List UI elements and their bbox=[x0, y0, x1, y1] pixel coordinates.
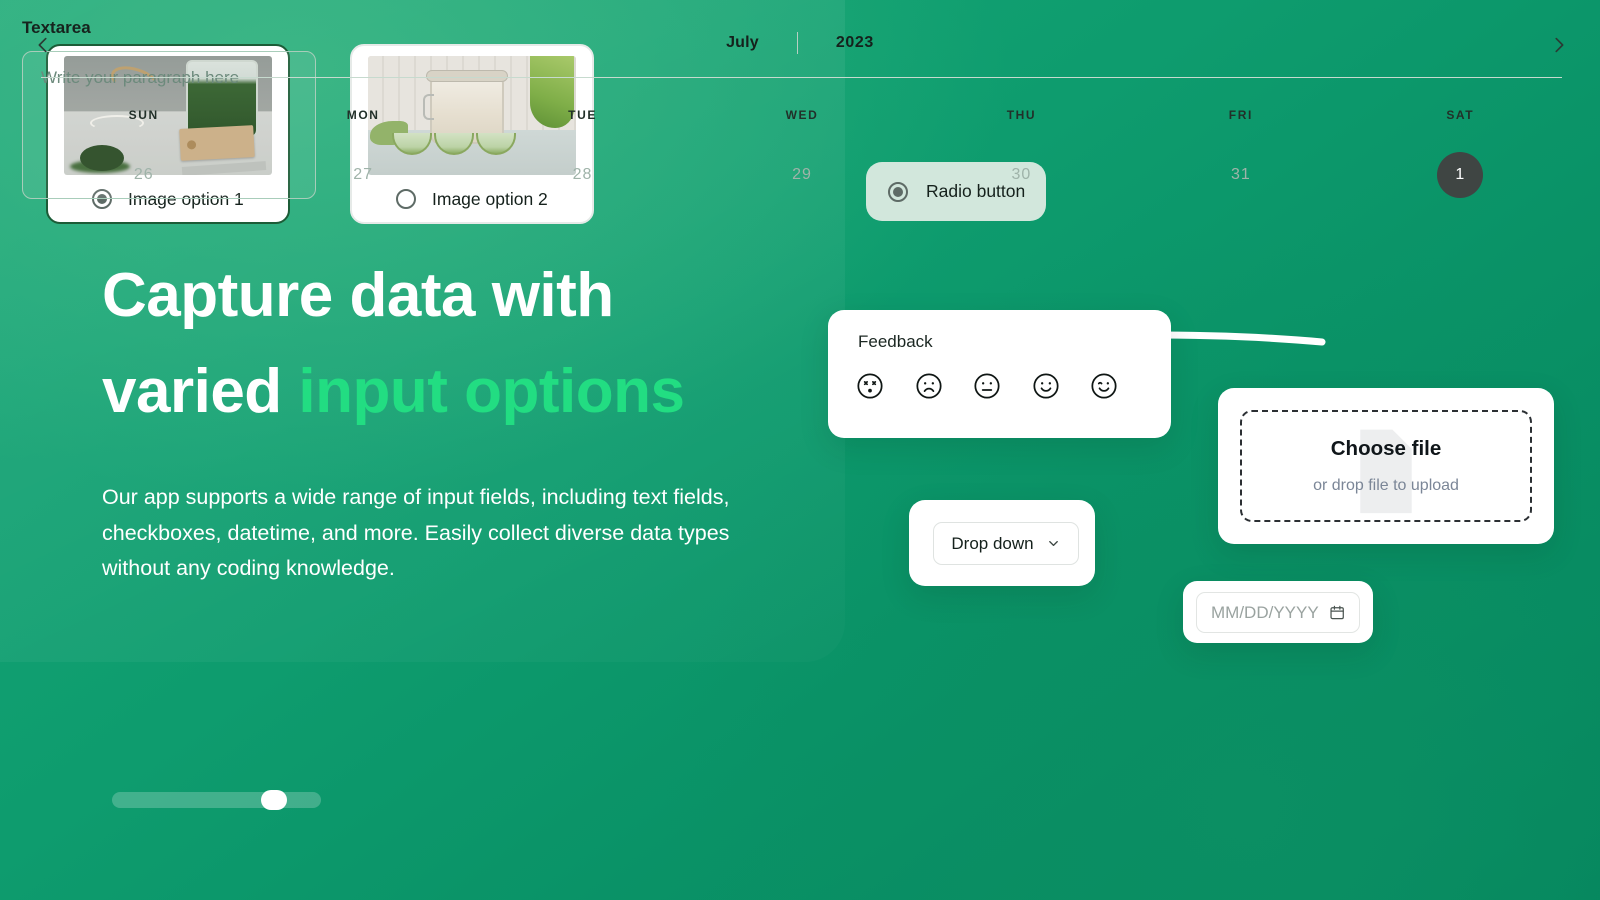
chevron-down-icon bbox=[1048, 541, 1058, 546]
drop-file-hint: or drop file to upload bbox=[1313, 477, 1459, 494]
calendar-month[interactable]: July bbox=[726, 34, 759, 52]
date-input-placeholder: MM/DD/YYYY bbox=[1211, 602, 1319, 622]
calendar-day-grid: 26 27 28 29 30 31 1 bbox=[34, 152, 1570, 198]
dropdown-select[interactable]: Drop down bbox=[933, 522, 1079, 565]
dow-wed: WED bbox=[785, 108, 819, 122]
calendar-header: July 2023 bbox=[0, 32, 1600, 54]
dow-tue: TUE bbox=[568, 108, 597, 122]
calendar-day[interactable]: 31 bbox=[1131, 152, 1350, 198]
date-input[interactable]: MM/DD/YYYY bbox=[1196, 592, 1360, 633]
calendar-divider bbox=[41, 77, 1562, 78]
choose-file-label: Choose file bbox=[1330, 437, 1442, 460]
calendar-day[interactable]: 30 bbox=[912, 152, 1131, 198]
calendar-day[interactable]: 29 bbox=[692, 152, 911, 198]
calendar-day[interactable]: 26 bbox=[34, 152, 253, 198]
headline-line-1: Capture data with bbox=[102, 261, 614, 330]
sad-face-icon[interactable] bbox=[915, 372, 943, 400]
feedback-title: Feedback bbox=[858, 332, 933, 351]
dropdown-card: Drop down bbox=[909, 500, 1095, 586]
calendar-day[interactable]: 28 bbox=[473, 152, 692, 198]
calendar-day-selected[interactable]: 1 bbox=[1351, 152, 1570, 198]
range-slider-thumb[interactable] bbox=[261, 790, 287, 810]
smile-face-icon[interactable] bbox=[1032, 372, 1060, 400]
dow-fri: FRI bbox=[1228, 108, 1253, 122]
page-title: Capture data with varied input options bbox=[102, 248, 1326, 440]
headline-line-2-plain: varied bbox=[102, 357, 299, 426]
calendar-icon[interactable] bbox=[1329, 604, 1345, 621]
file-dropzone[interactable]: Choose file or drop file to upload bbox=[1240, 410, 1532, 522]
dow-sat: SAT bbox=[1446, 108, 1475, 122]
feedback-card: Feedback bbox=[828, 310, 1171, 438]
neutral-face-icon[interactable] bbox=[973, 372, 1001, 400]
dow-mon: MON bbox=[346, 108, 380, 122]
range-slider[interactable] bbox=[112, 790, 321, 810]
dropdown-label: Drop down bbox=[951, 533, 1034, 553]
hero-section: Capture data with varied input options O… bbox=[102, 248, 1326, 587]
headline-line-2-accent: input options bbox=[298, 357, 685, 426]
feedback-face-group bbox=[856, 372, 1118, 400]
calendar-day[interactable]: 27 bbox=[253, 152, 472, 198]
file-upload-card: Choose file or drop file to upload bbox=[1218, 388, 1554, 544]
dow-sun: SUN bbox=[128, 108, 159, 122]
date-input-card: MM/DD/YYYY bbox=[1183, 581, 1373, 643]
calendar-header-divider bbox=[796, 32, 798, 54]
photo-lid-shape bbox=[426, 70, 508, 82]
dizzy-face-icon[interactable] bbox=[856, 372, 884, 400]
hero-paragraph: Our app supports a wide range of input f… bbox=[102, 485, 730, 580]
calendar-year[interactable]: 2023 bbox=[836, 34, 874, 52]
calendar-day-of-week-row: SUN MON TUE WED THU FRI SAT bbox=[34, 108, 1570, 122]
dow-thu: THU bbox=[1006, 108, 1037, 122]
wink-face-icon[interactable] bbox=[1090, 372, 1118, 400]
